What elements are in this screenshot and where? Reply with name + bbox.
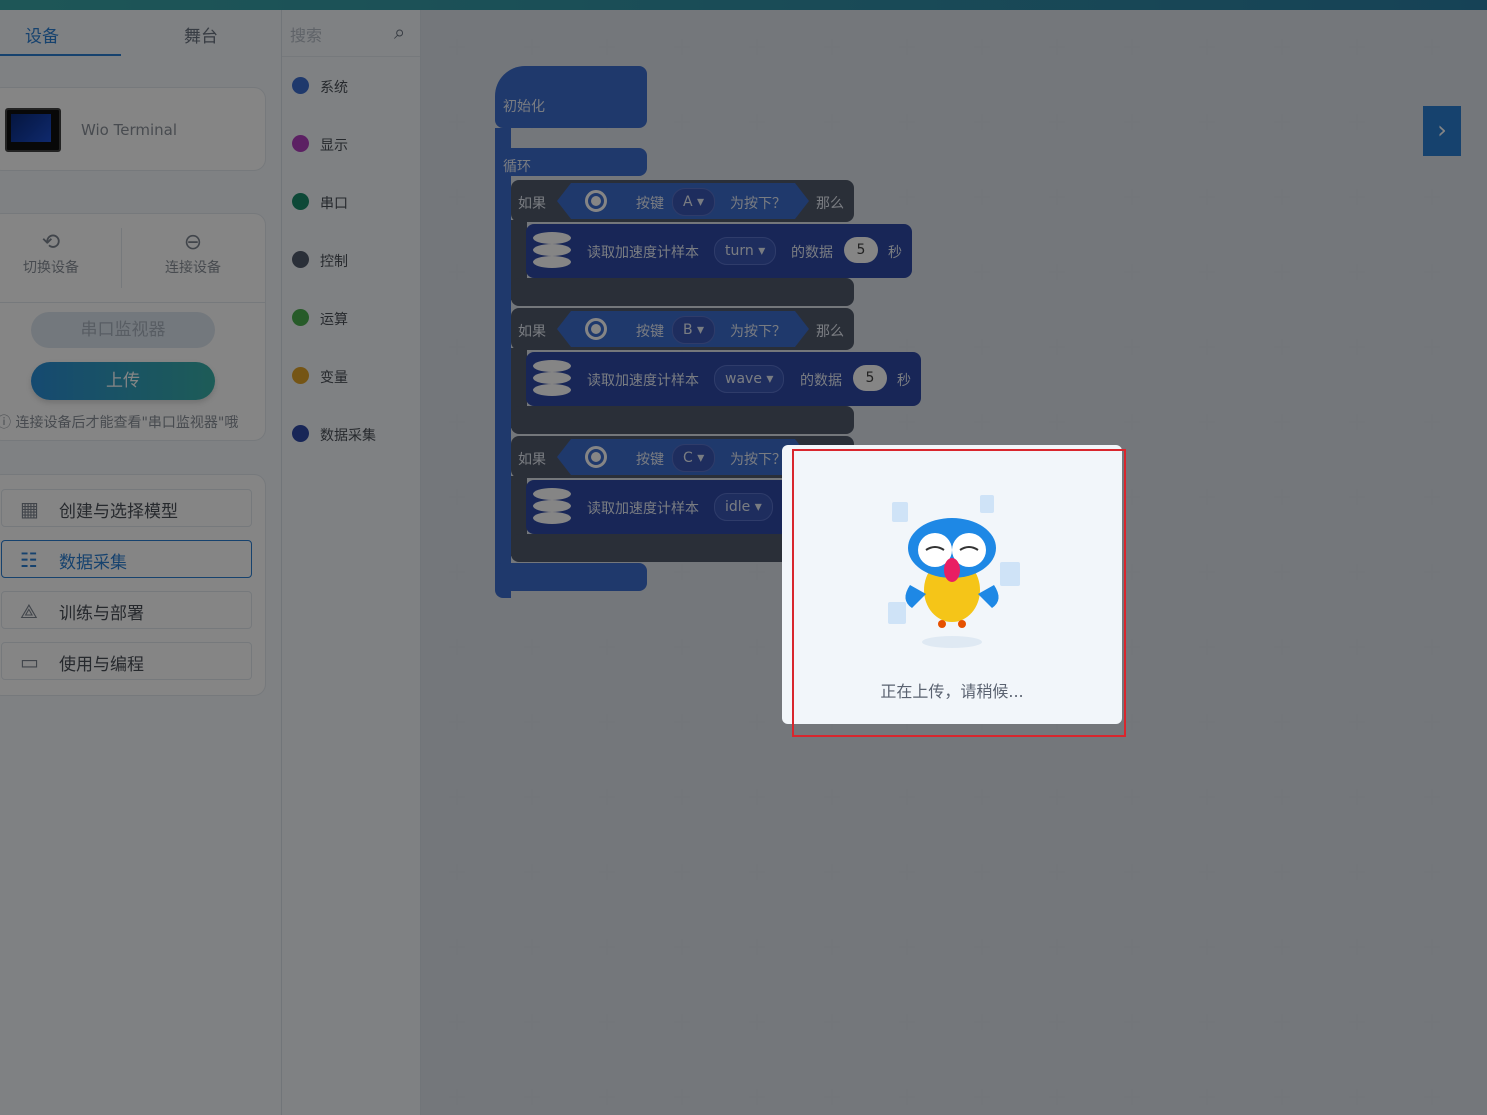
highlight-box	[792, 449, 1126, 737]
modal-overlay	[0, 0, 1487, 1115]
